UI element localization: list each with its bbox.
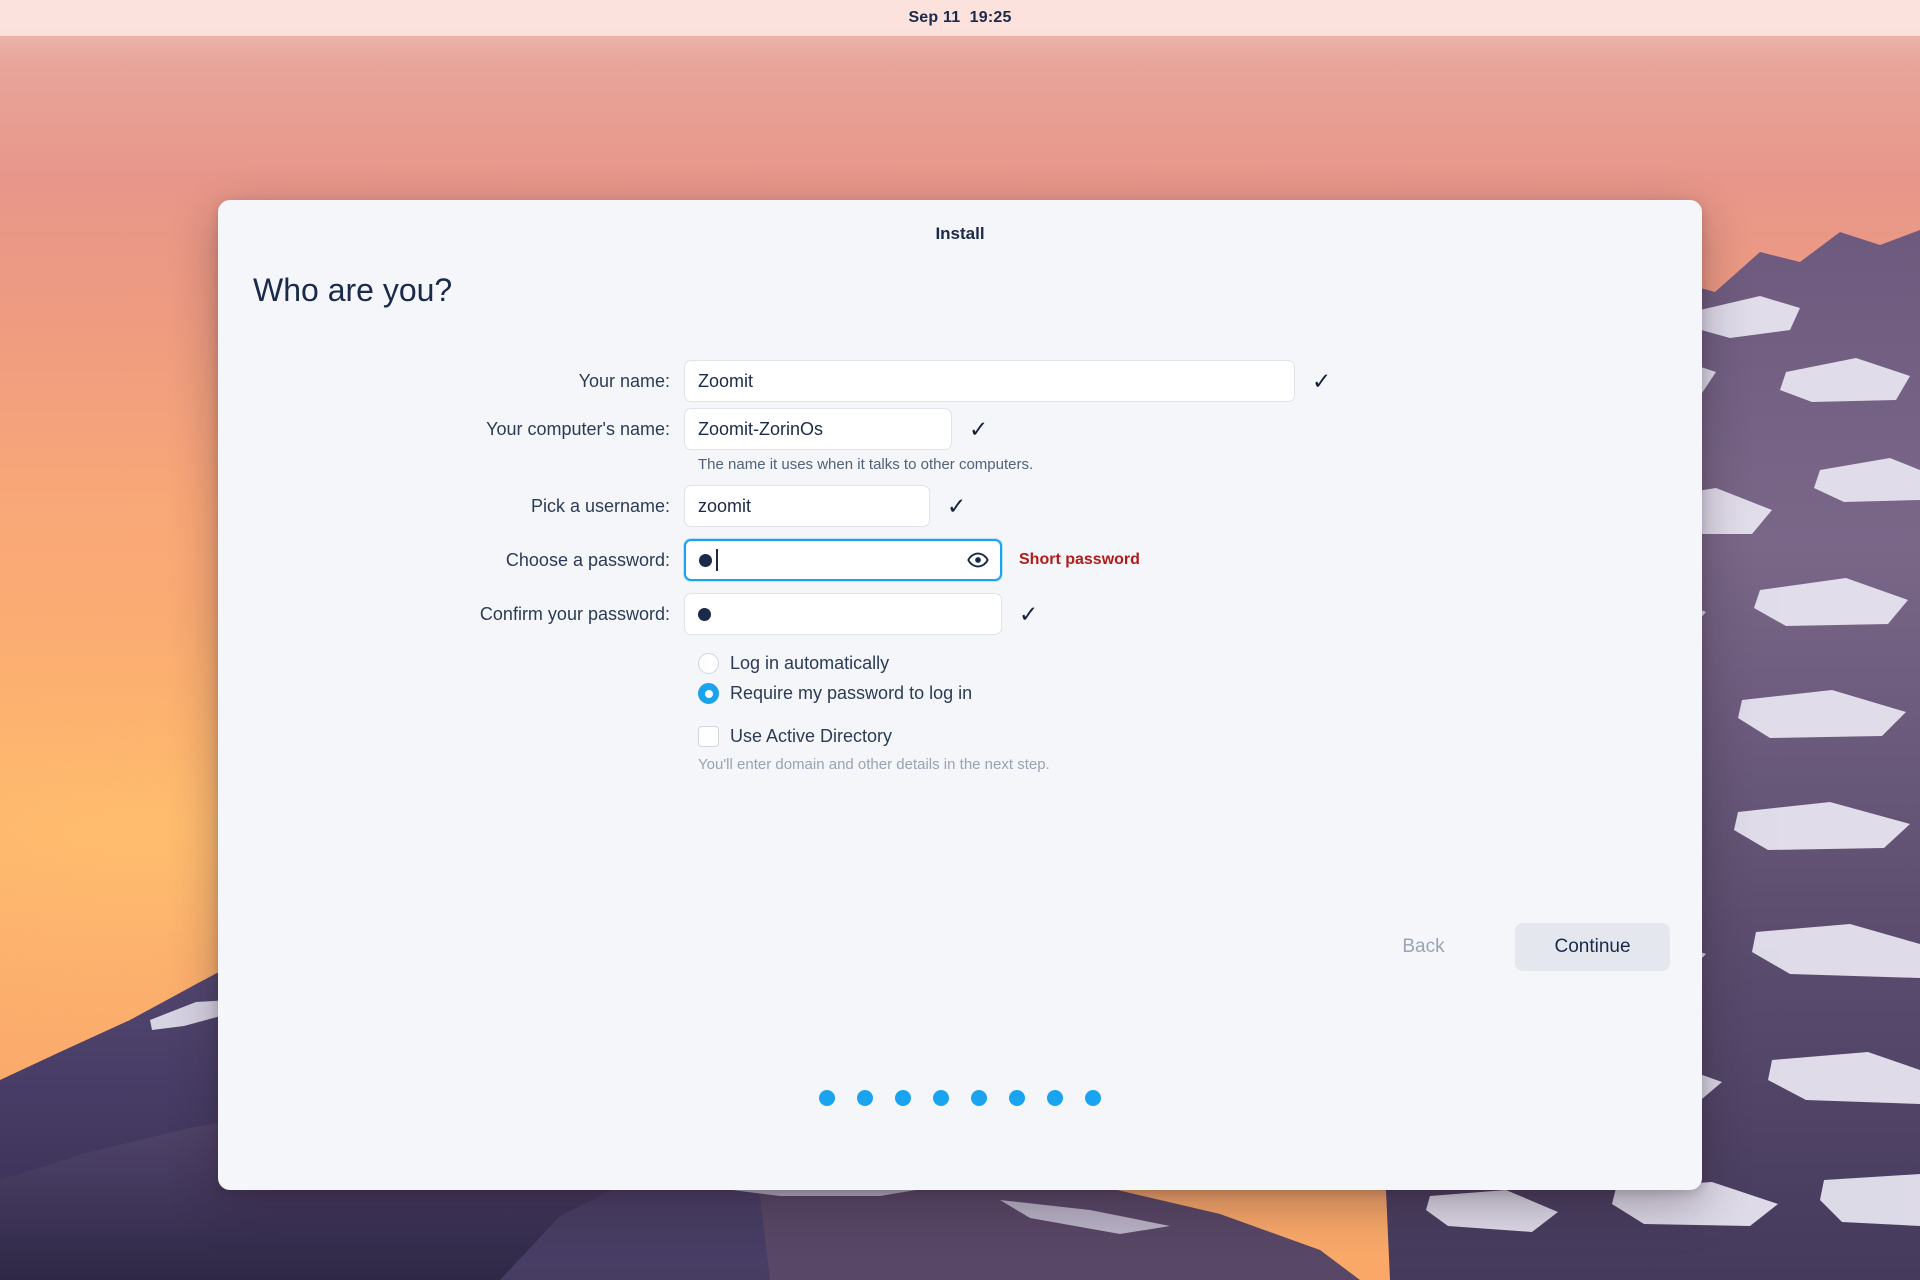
radio-require-password[interactable]: Require my password to log in bbox=[698, 683, 1702, 704]
progress-dot bbox=[895, 1090, 911, 1106]
page-title: Who are you? bbox=[253, 272, 453, 308]
desktop-top-bar[interactable]: Sep 11 19:25 bbox=[0, 0, 1920, 36]
radio-icon[interactable] bbox=[698, 653, 719, 674]
progress-dot bbox=[933, 1090, 949, 1106]
radio-log-in-automatically[interactable]: Log in automatically bbox=[698, 653, 1702, 674]
back-button[interactable]: Back bbox=[1346, 923, 1501, 971]
radio-label: Log in automatically bbox=[730, 653, 890, 673]
desktop-screen: Sep 11 19:25 Install Who are you? Your n… bbox=[0, 0, 1920, 1280]
user-setup-form: Your name: Zoomit ✓ Your computer's name… bbox=[218, 360, 1702, 785]
progress-dot bbox=[1047, 1090, 1063, 1106]
login-options-group: Log in automatically Require my password… bbox=[684, 653, 1702, 773]
continue-button[interactable]: Continue bbox=[1515, 923, 1670, 971]
computer-name-label: Your computer's name: bbox=[486, 418, 670, 439]
username-value: zoomit bbox=[698, 495, 752, 516]
progress-dot bbox=[819, 1090, 835, 1106]
text-caret bbox=[716, 549, 718, 571]
checkbox-use-active-directory[interactable]: Use Active Directory bbox=[698, 726, 1702, 747]
password-label: Choose a password: bbox=[505, 549, 670, 570]
checkbox-label: Use Active Directory bbox=[730, 726, 893, 746]
your-name-label: Your name: bbox=[578, 370, 670, 391]
check-icon: ✓ bbox=[969, 415, 989, 442]
confirm-password-input[interactable] bbox=[684, 593, 1002, 635]
username-label: Pick a username: bbox=[530, 495, 670, 516]
field-row-your-name: Your name: Zoomit ✓ bbox=[218, 360, 1702, 402]
progress-dot bbox=[857, 1090, 873, 1106]
progress-dot bbox=[1009, 1090, 1025, 1106]
progress-dots bbox=[218, 1090, 1702, 1106]
password-input[interactable] bbox=[684, 539, 1002, 581]
progress-dot bbox=[1085, 1090, 1101, 1106]
password-masked-char bbox=[698, 607, 711, 621]
check-icon: ✓ bbox=[1019, 600, 1039, 627]
radio-icon-selected[interactable] bbox=[698, 683, 719, 704]
confirm-password-label: Confirm your password: bbox=[479, 603, 670, 624]
eye-icon[interactable] bbox=[966, 548, 990, 572]
field-row-password: Choose a password: Short password bbox=[218, 539, 1702, 581]
clock-label[interactable]: Sep 11 19:25 bbox=[908, 9, 1011, 27]
check-icon: ✓ bbox=[947, 492, 967, 519]
username-input[interactable]: zoomit bbox=[684, 485, 930, 527]
field-row-computer-name: Your computer's name: Zoomit-ZorinOs ✓ bbox=[218, 408, 1702, 450]
progress-dot bbox=[971, 1090, 987, 1106]
password-warning-label: Short password bbox=[1019, 551, 1140, 568]
check-icon: ✓ bbox=[1312, 367, 1332, 394]
password-masked-char bbox=[699, 553, 712, 567]
your-name-input[interactable]: Zoomit bbox=[684, 360, 1295, 402]
computer-name-input[interactable]: Zoomit-ZorinOs bbox=[684, 408, 952, 450]
installer-dialog: Install Who are you? Your name: Zoomit ✓… bbox=[218, 200, 1702, 1190]
dialog-title-label: Install bbox=[935, 224, 985, 243]
field-row-confirm-password: Confirm your password: ✓ bbox=[218, 593, 1702, 635]
radio-label: Require my password to log in bbox=[730, 683, 973, 703]
active-directory-hint: You'll enter domain and other details in… bbox=[698, 756, 1050, 773]
checkbox-icon[interactable] bbox=[698, 726, 719, 747]
computer-name-hint: The name it uses when it talks to other … bbox=[698, 456, 1034, 473]
your-name-value: Zoomit bbox=[698, 370, 754, 391]
field-row-username: Pick a username: zoomit ✓ bbox=[218, 485, 1702, 527]
dialog-action-buttons: Back Continue bbox=[1346, 923, 1670, 971]
computer-name-value: Zoomit-ZorinOs bbox=[698, 418, 824, 439]
